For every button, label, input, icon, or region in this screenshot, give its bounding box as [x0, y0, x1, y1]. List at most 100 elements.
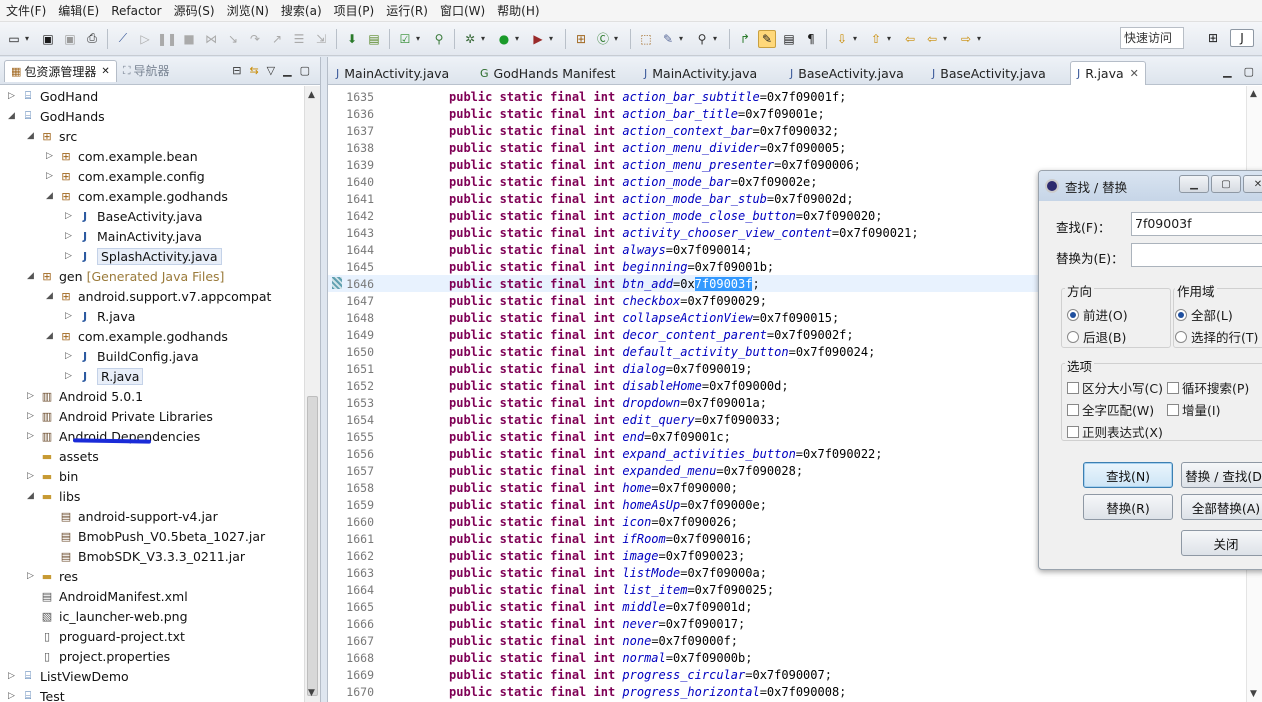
new-package-icon[interactable]: ⊞	[572, 30, 590, 48]
expanded-arrow-icon[interactable]: ◢	[27, 271, 39, 281]
open-task-icon[interactable]: ✎	[659, 30, 677, 48]
block-selection-icon[interactable]: ▤	[780, 30, 798, 48]
new-dropdown-icon[interactable]: ▾	[25, 34, 33, 43]
close-button[interactable]: 关闭	[1181, 530, 1262, 556]
tab-package-explorer[interactable]: ▦ 包资源管理器 ✕	[4, 59, 117, 82]
close-icon[interactable]: ✕	[101, 66, 109, 77]
collapsed-arrow-icon[interactable]: ▷	[27, 411, 39, 421]
tree-item[interactable]: ▧ ic_launcher-web.png	[27, 606, 188, 626]
checkbox-whole-word[interactable]: 全字匹配(W)	[1067, 400, 1154, 419]
tree-item[interactable]: ▷ J R.java	[65, 366, 144, 386]
tree-item[interactable]: ▷ ▬ res	[27, 566, 78, 586]
link-with-editor-icon[interactable]: ⇆	[249, 64, 258, 77]
tree-item[interactable]: ◢ ⊞ com.example.godhands	[46, 326, 228, 346]
external-tools-dropdown-icon[interactable]: ▾	[549, 34, 557, 43]
search-dropdown-icon[interactable]: ▾	[713, 34, 721, 43]
resume-icon[interactable]: ▷	[136, 30, 154, 48]
checkbox-case-sensitive[interactable]: 区分大小写(C)	[1067, 378, 1163, 397]
maximize-icon[interactable]: ▢	[1244, 65, 1254, 78]
collapsed-arrow-icon[interactable]: ▷	[65, 351, 77, 361]
collapsed-arrow-icon[interactable]: ▷	[27, 471, 39, 481]
collapsed-arrow-icon[interactable]: ▷	[27, 431, 39, 441]
tree-item[interactable]: ▤ android-support-v4.jar	[46, 506, 218, 526]
tree-item[interactable]: ▯ project.properties	[27, 646, 170, 666]
menu-file[interactable]: 文件(F)	[0, 0, 52, 22]
tree-item[interactable]: ◢ ⊞ android.support.v7.appcompat	[46, 286, 271, 306]
external-tools-icon[interactable]: ▶	[529, 30, 547, 48]
scroll-up-icon[interactable]: ▲	[1250, 89, 1257, 99]
forward-dropdown-icon[interactable]: ▾	[977, 34, 985, 43]
tree-item[interactable]: ▤ AndroidManifest.xml	[27, 586, 188, 606]
editor-tab[interactable]: J BaseActivity.java	[784, 61, 910, 85]
search-icon[interactable]: ⚲	[693, 30, 711, 48]
tree-item[interactable]: ▷ ⌸ GodHand	[8, 86, 98, 106]
step-into-icon[interactable]: ↘	[224, 30, 242, 48]
menu-search[interactable]: 搜索(a)	[275, 0, 328, 22]
scroll-up-icon[interactable]: ▲	[308, 90, 315, 100]
editor-tab[interactable]: J MainActivity.java	[330, 61, 455, 85]
save-icon[interactable]: ▣	[39, 30, 57, 48]
collapsed-arrow-icon[interactable]: ▷	[27, 571, 39, 581]
open-task-dropdown-icon[interactable]: ▾	[679, 34, 687, 43]
expanded-arrow-icon[interactable]: ◢	[27, 131, 39, 141]
view-menu-icon[interactable]: ▽	[267, 64, 275, 77]
collapsed-arrow-icon[interactable]: ▷	[46, 151, 58, 161]
editor-tab[interactable]: G GodHands Manifest	[474, 61, 622, 85]
replace-button[interactable]: 替换(R)	[1083, 494, 1173, 520]
tree-item[interactable]: ▷ J SplashActivity.java	[65, 246, 222, 266]
drop-frame-icon[interactable]: ☰	[290, 30, 308, 48]
tab-navigator[interactable]: ⛶ 导航器	[117, 60, 176, 82]
code-line[interactable]: 1664 public static final int list_item=0x…	[328, 581, 1262, 598]
tree-item[interactable]: ▷ J MainActivity.java	[65, 226, 202, 246]
new-icon[interactable]: ▭	[5, 30, 23, 48]
quick-access-input[interactable]: 快速访问	[1120, 27, 1184, 49]
scrollbar-thumb[interactable]	[307, 396, 318, 696]
find-button[interactable]: 查找(N)	[1083, 462, 1173, 488]
tree-item[interactable]: ▷ ⊞ com.example.bean	[46, 146, 198, 166]
last-edit-location-icon[interactable]: ⇦	[901, 30, 919, 48]
code-line[interactable]: 1636 public static final int action_bar_t…	[328, 105, 1262, 122]
code-line[interactable]: 1665 public static final int middle=0x7f0…	[328, 598, 1262, 615]
code-line[interactable]: 1669 public static final int progress_cir…	[328, 666, 1262, 683]
java-perspective-icon[interactable]: J	[1230, 29, 1254, 47]
code-line[interactable]: 1638 public static final int action_menu_…	[328, 139, 1262, 156]
previous-annotation-icon[interactable]: ⇧	[867, 30, 885, 48]
new-class-dropdown-icon[interactable]: ▾	[614, 34, 622, 43]
tree-item[interactable]: ◢ ⊞ gen [Generated Java Files]	[27, 266, 224, 286]
close-icon[interactable]: ✕	[1130, 67, 1139, 80]
menu-navigate[interactable]: 浏览(N)	[221, 0, 275, 22]
collapsed-arrow-icon[interactable]: ▷	[8, 91, 20, 101]
suspend-icon[interactable]: ❚❚	[157, 30, 177, 48]
collapsed-arrow-icon[interactable]: ▷	[65, 211, 77, 221]
minimize-icon[interactable]: ▁	[283, 64, 291, 77]
previous-annotation-dropdown-icon[interactable]: ▾	[887, 34, 895, 43]
menu-edit[interactable]: 编辑(E)	[52, 0, 105, 22]
collapsed-arrow-icon[interactable]: ▷	[8, 671, 20, 681]
collapsed-arrow-icon[interactable]: ▷	[65, 231, 77, 241]
radio-scope-all[interactable]: 全部(L)	[1175, 305, 1233, 324]
close-icon[interactable]: ✕	[1243, 175, 1262, 193]
new-class-icon[interactable]: Ⓒ	[594, 30, 612, 48]
step-return-icon[interactable]: ↗	[268, 30, 286, 48]
scroll-down-icon[interactable]: ▼	[308, 688, 315, 698]
tree-item[interactable]: ▤ BmobSDK_V3.3.3_0211.jar	[46, 546, 245, 566]
code-line[interactable]: 1668 public static final int normal=0x7f0…	[328, 649, 1262, 666]
radio-forward[interactable]: 前进(O)	[1067, 305, 1128, 324]
checkbox-incremental[interactable]: 增量(I)	[1167, 400, 1220, 419]
task-check-icon[interactable]: ☑	[396, 30, 414, 48]
scroll-down-icon[interactable]: ▼	[1250, 689, 1257, 699]
find-input[interactable]: 7f09003f	[1131, 212, 1262, 236]
expanded-arrow-icon[interactable]: ◢	[46, 331, 58, 341]
menu-source[interactable]: 源码(S)	[168, 0, 221, 22]
minimize-icon[interactable]: ▁	[1223, 65, 1231, 78]
maximize-icon[interactable]: ▢	[1211, 175, 1241, 193]
tree-item[interactable]: ◢ ⌸ GodHands	[8, 106, 105, 126]
tree-item[interactable]: ▷ J BuildConfig.java	[65, 346, 199, 366]
show-whitespace-icon[interactable]: ¶	[802, 30, 820, 48]
tree-item[interactable]: ▷ ▥ Android 5.0.1	[27, 386, 143, 406]
tree-item[interactable]: ▷ ▥ Android Private Libraries	[27, 406, 213, 426]
forward-icon[interactable]: ⇨	[957, 30, 975, 48]
next-annotation-dropdown-icon[interactable]: ▾	[853, 34, 861, 43]
collapsed-arrow-icon[interactable]: ▷	[65, 311, 77, 321]
menu-run[interactable]: 运行(R)	[380, 0, 434, 22]
